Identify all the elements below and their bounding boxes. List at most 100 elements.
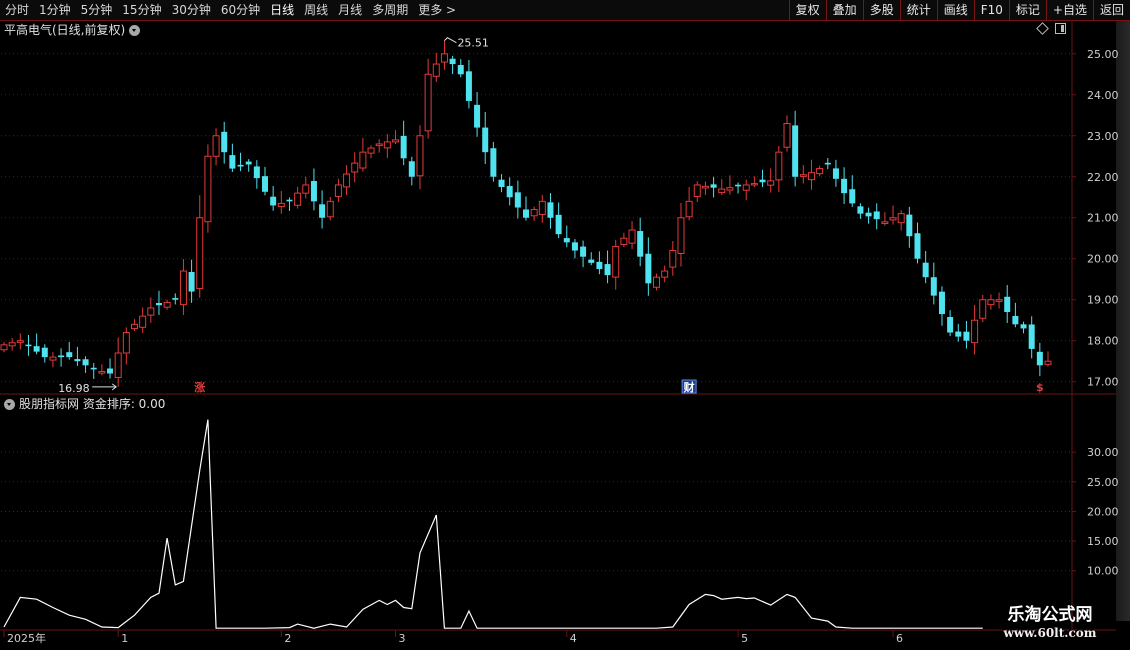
candle[interactable]: [735, 182, 742, 194]
candle[interactable]: [612, 239, 620, 290]
candle[interactable]: [310, 168, 317, 211]
candle[interactable]: [637, 217, 644, 267]
candle[interactable]: [74, 346, 81, 366]
candle[interactable]: [326, 196, 334, 221]
candle[interactable]: [122, 327, 130, 365]
candle[interactable]: [865, 207, 872, 224]
candle[interactable]: [155, 290, 162, 315]
candle[interactable]: [1012, 302, 1019, 328]
candle[interactable]: [750, 176, 758, 188]
candle[interactable]: [604, 250, 611, 284]
candle[interactable]: [212, 128, 220, 166]
candle[interactable]: [392, 130, 399, 145]
candle[interactable]: [742, 179, 750, 201]
candle[interactable]: [718, 179, 726, 196]
candle[interactable]: [270, 185, 277, 211]
candle[interactable]: [114, 337, 122, 387]
candle[interactable]: [474, 92, 481, 137]
candle[interactable]: [400, 120, 407, 166]
candle[interactable]: [449, 55, 456, 74]
candle[interactable]: [351, 152, 359, 183]
candle[interactable]: [1004, 285, 1011, 323]
candle[interactable]: [947, 310, 954, 337]
candle[interactable]: [58, 348, 65, 367]
candle[interactable]: [759, 169, 766, 187]
candle[interactable]: [253, 160, 260, 189]
candle[interactable]: [857, 203, 864, 219]
candle[interactable]: [922, 251, 929, 284]
candle[interactable]: [914, 222, 921, 264]
candle[interactable]: [8, 337, 16, 351]
candle[interactable]: [897, 210, 905, 231]
candle[interactable]: [555, 202, 562, 239]
candle[interactable]: [98, 364, 106, 376]
candle[interactable]: [1044, 351, 1052, 367]
candle[interactable]: [620, 232, 628, 248]
candle[interactable]: [506, 177, 513, 206]
candle[interactable]: [147, 297, 155, 323]
candle[interactable]: [792, 110, 799, 187]
candle[interactable]: [849, 175, 856, 207]
candle[interactable]: [523, 196, 529, 221]
candle[interactable]: [701, 181, 709, 196]
candle[interactable]: [367, 145, 375, 159]
candle[interactable]: [245, 159, 252, 172]
candle[interactable]: [16, 333, 24, 350]
candle[interactable]: [139, 307, 147, 333]
candle[interactable]: [482, 111, 489, 165]
candle[interactable]: [841, 167, 848, 205]
candle[interactable]: [432, 52, 440, 82]
candle[interactable]: [783, 115, 791, 152]
candle[interactable]: [799, 165, 807, 184]
candle[interactable]: [596, 251, 603, 275]
candle[interactable]: [82, 356, 89, 373]
candle[interactable]: [294, 186, 302, 209]
candle[interactable]: [571, 239, 578, 259]
candle[interactable]: [237, 152, 244, 172]
candle[interactable]: [334, 178, 342, 203]
candle[interactable]: [440, 40, 448, 70]
candle[interactable]: [302, 176, 310, 199]
candle[interactable]: [277, 191, 285, 214]
candle[interactable]: [514, 180, 521, 219]
candle[interactable]: [188, 259, 195, 303]
candle[interactable]: [832, 159, 839, 187]
candle[interactable]: [1028, 316, 1035, 359]
candle[interactable]: [979, 294, 987, 323]
candle[interactable]: [107, 358, 114, 379]
candle[interactable]: [383, 134, 391, 158]
candle[interactable]: [971, 304, 979, 355]
candle[interactable]: [661, 265, 669, 283]
candle[interactable]: [424, 58, 432, 139]
candle[interactable]: [816, 165, 824, 177]
candle[interactable]: [163, 299, 171, 310]
candle[interactable]: [457, 59, 464, 78]
candle[interactable]: [490, 141, 497, 182]
candle[interactable]: [987, 294, 995, 310]
candle[interactable]: [66, 342, 73, 360]
candle[interactable]: [319, 190, 326, 229]
candle[interactable]: [563, 225, 570, 248]
candle[interactable]: [906, 206, 913, 248]
candle[interactable]: [547, 193, 554, 229]
candle[interactable]: [775, 145, 783, 193]
candle[interactable]: [375, 139, 383, 153]
candle[interactable]: [286, 197, 293, 211]
candle[interactable]: [538, 194, 546, 223]
candle[interactable]: [359, 137, 367, 172]
candle[interactable]: [726, 175, 734, 195]
candle[interactable]: [465, 59, 472, 109]
candle[interactable]: [710, 176, 717, 198]
candle[interactable]: [873, 203, 880, 230]
event-marker[interactable]: 涨: [194, 380, 205, 394]
candle[interactable]: [179, 259, 187, 315]
candle[interactable]: [955, 323, 962, 342]
candle[interactable]: [41, 344, 48, 363]
candle[interactable]: [229, 143, 236, 172]
candle[interactable]: [196, 195, 204, 298]
candle[interactable]: [889, 205, 897, 225]
candle[interactable]: [262, 166, 268, 196]
candle[interactable]: [172, 293, 179, 305]
candle[interactable]: [33, 333, 40, 355]
candle[interactable]: [677, 202, 685, 267]
